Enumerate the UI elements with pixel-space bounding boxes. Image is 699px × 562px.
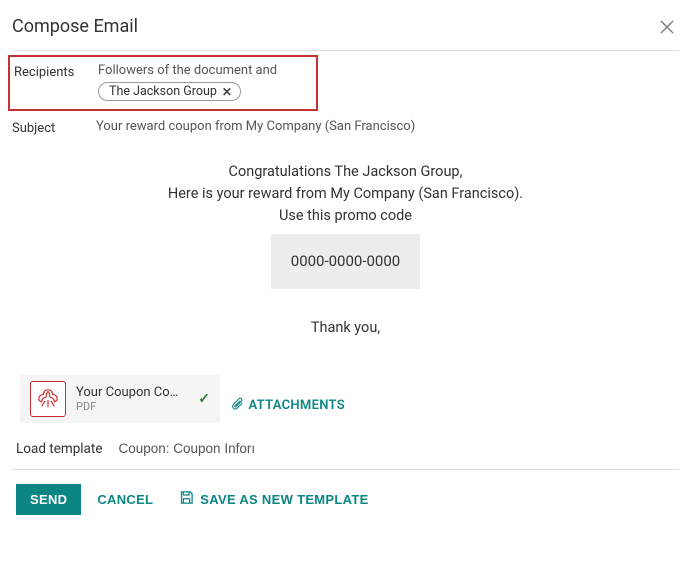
body-thank-you: Thank you, [32,317,659,339]
recipients-value[interactable]: Followers of the document and The Jackso… [98,63,316,101]
subject-row: Subject Your reward coupon from My Compa… [12,113,679,143]
attachment-name: Your Coupon Co… [76,385,188,400]
load-template-select[interactable] [118,441,278,456]
subject-label: Subject [12,119,96,136]
body-line-2: Here is your reward from My Company (San… [32,183,659,205]
cancel-button[interactable]: CANCEL [97,492,153,507]
divider [12,50,679,51]
recipients-label: Recipients [14,63,98,80]
load-template-row: Load template [16,441,679,457]
send-button[interactable]: SEND [16,484,81,515]
attachments-label: ATTACHMENTS [248,398,344,413]
body-line-1: Congratulations The Jackson Group, [32,161,659,183]
email-body[interactable]: Congratulations The Jackson Group, Here … [12,143,679,375]
recipient-tag[interactable]: The Jackson Group ✕ [98,82,241,101]
recipients-row: Recipients Followers of the document and… [8,55,318,111]
close-button[interactable] [655,16,679,40]
tag-remove-icon[interactable]: ✕ [222,85,232,99]
close-icon [659,16,675,40]
check-icon: ✓ [198,391,210,407]
attachment-type: PDF [76,400,188,413]
recipients-prefix: Followers of the document and [98,63,316,78]
attachment-card[interactable]: Your Coupon Co… PDF ✓ [20,375,220,423]
load-template-label: Load template [16,441,102,457]
compose-email-dialog: Compose Email Recipients Followers of th… [0,0,699,535]
dialog-title: Compose Email [12,16,138,37]
body-line-3: Use this promo code [32,205,659,227]
dialog-footer: SEND CANCEL SAVE AS NEW TEMPLATE [12,470,679,523]
attachments-button[interactable]: ATTACHMENTS [231,397,344,414]
save-template-label: SAVE AS NEW TEMPLATE [200,492,368,507]
save-icon [179,490,194,508]
subject-value[interactable]: Your reward coupon from My Company (San … [96,119,679,134]
attachment-info: Your Coupon Co… PDF [76,385,188,413]
promo-code: 0000-0000-0000 [271,234,420,289]
recipient-tag-label: The Jackson Group [109,84,217,99]
paperclip-icon [231,397,244,414]
dialog-header: Compose Email [12,16,679,40]
save-as-template-button[interactable]: SAVE AS NEW TEMPLATE [179,490,368,508]
pdf-icon [30,381,66,417]
